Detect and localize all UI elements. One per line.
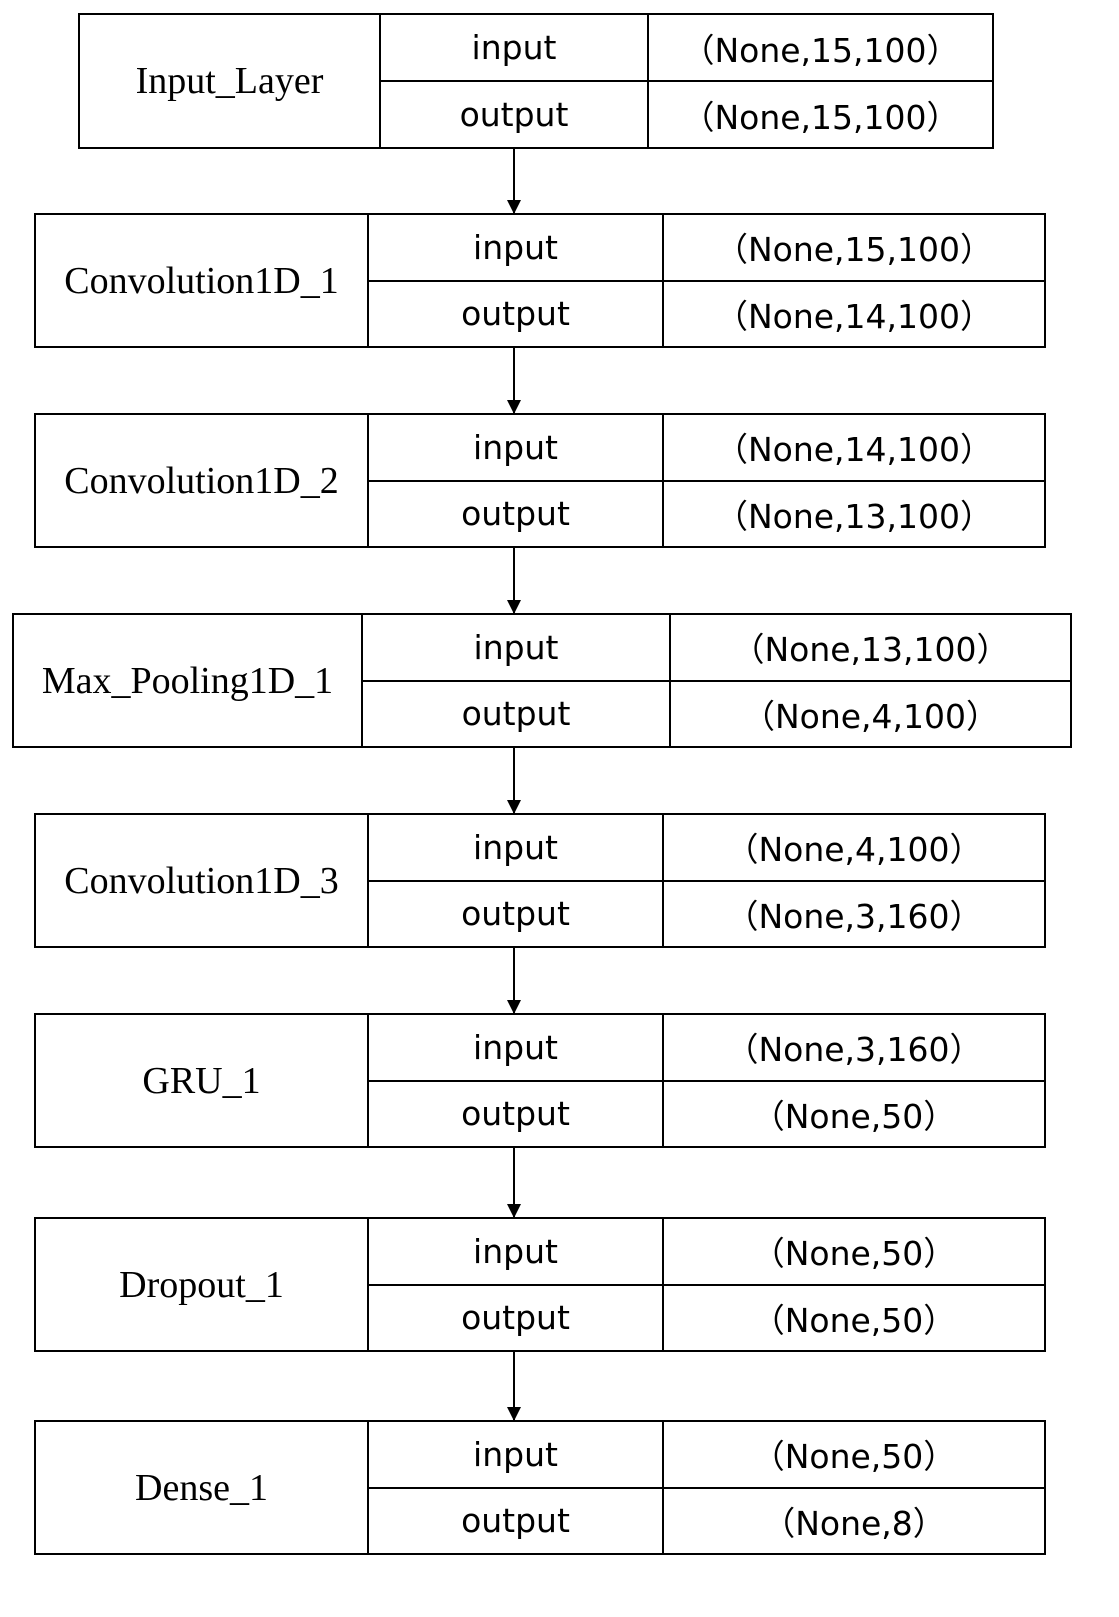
layer-shape-table: input （None,13,100） output （None,4,100） xyxy=(363,615,1070,746)
input-shape: （None,4,100） xyxy=(725,830,983,870)
input-label: input xyxy=(369,1422,664,1487)
output-row: output （None,13,100） xyxy=(369,479,1044,546)
flow-arrow-icon xyxy=(507,1352,521,1421)
output-label: output xyxy=(369,1081,664,1146)
output-label: output xyxy=(363,681,671,746)
output-label: output xyxy=(369,1285,664,1350)
input-shape: （None,13,100） xyxy=(731,630,1010,670)
input-row: input （None,15,100） xyxy=(381,15,992,80)
layer-box: Dense_1 input （None,50） output （None,8） xyxy=(34,1420,1046,1555)
input-row: input （None,15,100） xyxy=(369,215,1044,280)
layer-box: Max_Pooling1D_1 input （None,13,100） outp… xyxy=(12,613,1072,748)
output-label: output xyxy=(369,481,664,546)
layer-name: Convolution1D_3 xyxy=(36,815,369,946)
input-label: input xyxy=(369,1219,664,1284)
input-shape: （None,15,100） xyxy=(714,230,994,270)
input-row: input （None,50） xyxy=(369,1219,1044,1284)
output-label: output xyxy=(369,281,664,346)
input-shape: （None,14,100） xyxy=(714,430,994,470)
output-row: output （None,8） xyxy=(369,1486,1044,1553)
layer-name: Max_Pooling1D_1 xyxy=(14,615,363,746)
flow-arrow-icon xyxy=(507,149,521,214)
layer-shape-table: input （None,4,100） output （None,3,160） xyxy=(369,815,1044,946)
layer-box: GRU_1 input （None,3,160） output （None,50… xyxy=(34,1013,1046,1148)
input-shape: （None,50） xyxy=(751,1234,957,1274)
input-row: input （None,50） xyxy=(369,1422,1044,1487)
layer-box: Convolution1D_1 input （None,15,100） outp… xyxy=(34,213,1046,348)
layer-shape-table: input （None,15,100） output （None,15,100） xyxy=(381,15,992,147)
output-shape: （None,50） xyxy=(751,1096,957,1136)
output-shape: （None,4,100） xyxy=(741,696,1000,736)
output-shape: （None,14,100） xyxy=(714,296,994,336)
output-row: output （None,3,160） xyxy=(369,879,1044,946)
output-label: output xyxy=(369,881,664,946)
output-row: output （None,50） xyxy=(369,1079,1044,1146)
input-label: input xyxy=(381,15,649,80)
input-shape: （None,3,160） xyxy=(725,1030,983,1070)
layer-shape-table: input （None,50） output （None,8） xyxy=(369,1422,1044,1553)
input-shape: （None,15,100） xyxy=(681,30,960,70)
input-shape: （None,50） xyxy=(751,1437,957,1477)
output-shape: （None,8） xyxy=(762,1503,946,1543)
input-row: input （None,4,100） xyxy=(369,815,1044,880)
output-shape: （None,15,100） xyxy=(681,97,960,137)
layer-box: Convolution1D_3 input （None,4,100） outpu… xyxy=(34,813,1046,948)
input-label: input xyxy=(369,215,664,280)
output-row: output （None,4,100） xyxy=(363,679,1070,746)
input-row: input （None,13,100） xyxy=(363,615,1070,680)
flow-arrow-icon xyxy=(507,348,521,414)
output-shape: （None,50） xyxy=(751,1300,957,1340)
layer-box: Input_Layer input （None,15,100） output （… xyxy=(78,13,994,149)
input-label: input xyxy=(369,1015,664,1080)
layer-name: Convolution1D_2 xyxy=(36,415,369,546)
layer-name: Dropout_1 xyxy=(36,1219,369,1350)
output-label: output xyxy=(369,1488,664,1553)
layer-shape-table: input （None,3,160） output （None,50） xyxy=(369,1015,1044,1146)
layer-name: Dense_1 xyxy=(36,1422,369,1553)
layer-name: GRU_1 xyxy=(36,1015,369,1146)
input-row: input （None,3,160） xyxy=(369,1015,1044,1080)
flow-arrow-icon xyxy=(507,1148,521,1218)
layer-box: Dropout_1 input （None,50） output （None,5… xyxy=(34,1217,1046,1352)
flow-arrow-icon xyxy=(507,748,521,814)
output-shape: （None,13,100） xyxy=(714,496,994,536)
layer-name: Input_Layer xyxy=(80,15,381,147)
output-row: output （None,15,100） xyxy=(381,80,992,147)
layer-box: Convolution1D_2 input （None,14,100） outp… xyxy=(34,413,1046,548)
input-label: input xyxy=(363,615,671,680)
input-label: input xyxy=(369,415,664,480)
output-row: output （None,50） xyxy=(369,1283,1044,1350)
layer-shape-table: input （None,50） output （None,50） xyxy=(369,1219,1044,1350)
output-row: output （None,14,100） xyxy=(369,279,1044,346)
input-label: input xyxy=(369,815,664,880)
input-row: input （None,14,100） xyxy=(369,415,1044,480)
layer-name: Convolution1D_1 xyxy=(36,215,369,346)
flow-arrow-icon xyxy=(507,548,521,614)
layer-shape-table: input （None,14,100） output （None,13,100） xyxy=(369,415,1044,546)
flow-arrow-icon xyxy=(507,948,521,1014)
output-shape: （None,3,160） xyxy=(725,896,983,936)
output-label: output xyxy=(381,82,649,147)
layer-shape-table: input （None,15,100） output （None,14,100） xyxy=(369,215,1044,346)
